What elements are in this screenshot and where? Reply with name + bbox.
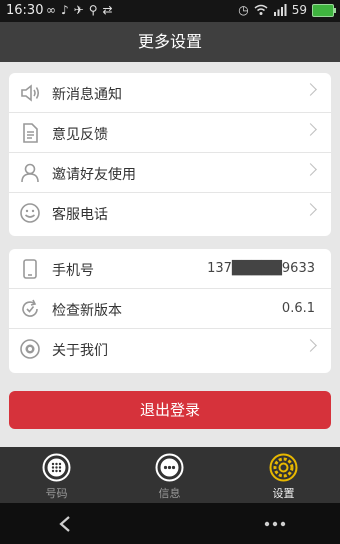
logout-button[interactable]: 退出登录 xyxy=(9,391,331,429)
battery-icon xyxy=(312,3,336,17)
person-icon xyxy=(21,163,39,183)
navigation-bar xyxy=(0,503,340,544)
tab-messages[interactable]: 信息 xyxy=(113,447,226,503)
row-label: 意见反馈 xyxy=(52,127,108,143)
title-bar: 更多设置 xyxy=(0,22,340,62)
version-value: 0.6.1 xyxy=(281,301,315,316)
row-label: 客服电话 xyxy=(52,207,108,223)
phone-icon xyxy=(23,259,37,279)
menu-icon[interactable] xyxy=(264,521,286,527)
settings-card-1: 新消息通知 意见反馈 邀请好友使用 客服电话 xyxy=(9,73,331,236)
tab-settings[interactable]: 设置 xyxy=(227,447,340,503)
link-icon: ∞ xyxy=(46,3,61,17)
page-title: 更多设置 xyxy=(137,32,202,51)
tab-numbers[interactable]: 号码 xyxy=(0,447,113,503)
settings-card-2: 手机号 137█████9633 检查新版本 0.6.1 关于我们 xyxy=(9,249,331,373)
bird-icon: ✈ xyxy=(73,3,89,17)
gear-icon xyxy=(269,453,298,482)
signal-icon xyxy=(273,4,287,16)
share-icon: ⚲ xyxy=(88,3,103,17)
music-icon: ♪ xyxy=(61,3,74,17)
row-label: 邀请好友使用 xyxy=(52,167,136,183)
row-about-us[interactable]: 关于我们 xyxy=(9,329,331,369)
alarm-icon: ◷ xyxy=(238,3,249,17)
row-phone-number: 手机号 137█████9633 xyxy=(9,249,331,289)
document-icon xyxy=(23,123,38,143)
chevron-right-icon xyxy=(304,203,317,216)
wifi-icon xyxy=(254,4,268,15)
usb-icon: ⇄ xyxy=(102,3,118,17)
row-label: 关于我们 xyxy=(52,343,108,359)
chat-icon xyxy=(155,453,184,482)
phone-number-value: 137█████9633 xyxy=(207,261,315,276)
tab-label: 信息 xyxy=(158,487,181,500)
tab-label: 号码 xyxy=(45,487,68,500)
back-icon[interactable] xyxy=(58,515,72,533)
row-invite-friends[interactable]: 邀请好友使用 xyxy=(9,153,331,193)
speaker-icon xyxy=(21,84,40,102)
smiley-icon xyxy=(20,203,40,223)
row-label: 检查新版本 xyxy=(52,303,122,319)
tab-bar: 号码 信息 设置 xyxy=(0,447,340,503)
clock: 16:30 xyxy=(6,3,44,18)
notification-icons: ∞♪✈⚲⇄ xyxy=(46,3,118,17)
row-check-update[interactable]: 检查新版本 0.6.1 xyxy=(9,289,331,329)
status-bar: 16:30 ∞♪✈⚲⇄ ◷ 59 xyxy=(0,0,340,22)
refresh-icon xyxy=(22,299,38,317)
row-label: 手机号 xyxy=(52,263,94,279)
system-icons: ◷ 59 xyxy=(238,3,336,17)
camera-icon xyxy=(20,339,40,359)
row-label: 新消息通知 xyxy=(52,87,122,103)
tab-label: 设置 xyxy=(272,487,295,500)
row-new-message-notification[interactable]: 新消息通知 xyxy=(9,73,331,113)
chevron-right-icon xyxy=(304,123,317,136)
chevron-right-icon xyxy=(304,163,317,176)
dialpad-icon xyxy=(42,453,71,482)
battery-level: 59 xyxy=(291,3,307,17)
chevron-right-icon xyxy=(304,339,317,352)
chevron-right-icon xyxy=(304,83,317,96)
row-customer-service[interactable]: 客服电话 xyxy=(9,193,331,233)
row-feedback[interactable]: 意见反馈 xyxy=(9,113,331,153)
